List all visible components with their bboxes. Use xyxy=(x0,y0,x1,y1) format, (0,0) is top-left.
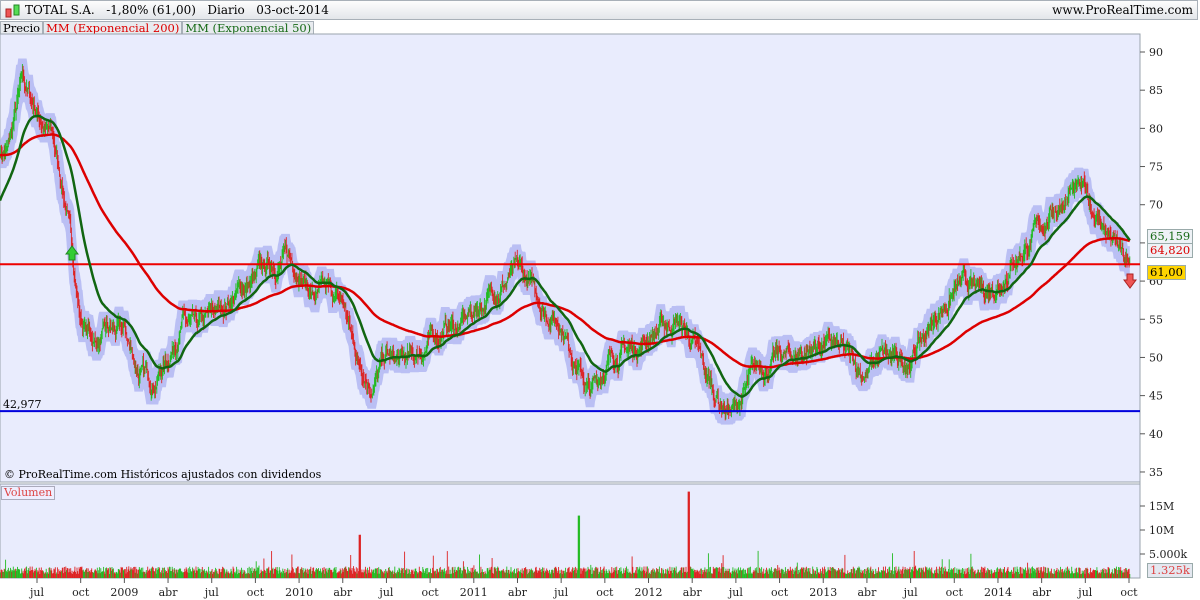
x-tick-label: jul xyxy=(727,586,743,599)
last-volume-label: 1.325k xyxy=(1147,563,1193,578)
y-tick-label: 40 xyxy=(1149,428,1163,441)
x-tick-label: abr xyxy=(857,586,877,599)
volume-legend[interactable]: Volumen xyxy=(1,486,56,500)
last-price-label: 61,00 xyxy=(1147,265,1186,280)
x-tick-label: jul xyxy=(28,586,44,599)
x-tick-label: 2011 xyxy=(460,586,488,599)
ema50-value-label: 65,159 xyxy=(1147,229,1194,244)
footer-note: © ProRealTime.com Históricos ajustados c… xyxy=(4,468,322,481)
x-tick-label: oct xyxy=(946,586,964,599)
x-tick-label: 2010 xyxy=(285,586,313,599)
x-tick-label: 2013 xyxy=(809,586,837,599)
y-tick-label: 50 xyxy=(1149,351,1163,364)
x-tick-label: abr xyxy=(333,586,353,599)
x-tick-label: abr xyxy=(508,586,528,599)
x-tick-label: jul xyxy=(377,586,393,599)
x-tick-label: abr xyxy=(159,586,179,599)
y-tick-label: 35 xyxy=(1149,466,1163,479)
ema200-value-label: 64,820 xyxy=(1147,243,1194,258)
price-chart[interactable]: 3540455055606570758085905.000k10M15Mjulo… xyxy=(0,0,1200,600)
y-tick-label: 90 xyxy=(1149,46,1163,59)
x-tick-label: 2012 xyxy=(635,586,663,599)
y-tick-label: 85 xyxy=(1149,84,1163,97)
x-tick-label: oct xyxy=(1120,586,1138,599)
x-tick-label: abr xyxy=(683,586,703,599)
x-tick-label: jul xyxy=(203,586,219,599)
volume-tick-label: 5.000k xyxy=(1149,548,1187,561)
y-tick-label: 45 xyxy=(1149,390,1163,403)
volume-tick-label: 15M xyxy=(1149,500,1174,513)
x-tick-label: 2009 xyxy=(110,586,138,599)
x-tick-label: jul xyxy=(552,586,568,599)
volume-tick-label: 10M xyxy=(1149,524,1174,537)
x-tick-label: oct xyxy=(247,586,265,599)
price-plot-area xyxy=(0,33,1141,483)
y-tick-label: 70 xyxy=(1149,199,1163,212)
x-tick-label: abr xyxy=(1032,586,1052,599)
chart-window: TOTAL S.A. -1,80% (61,00) Diario 03-oct-… xyxy=(0,0,1200,600)
support-value-label: 42,977 xyxy=(3,398,42,411)
y-tick-label: 80 xyxy=(1149,122,1163,135)
x-tick-label: oct xyxy=(771,586,789,599)
x-tick-label: jul xyxy=(1076,586,1092,599)
y-tick-label: 75 xyxy=(1149,161,1163,174)
x-tick-label: oct xyxy=(422,586,440,599)
y-tick-label: 55 xyxy=(1149,313,1163,326)
x-tick-label: jul xyxy=(902,586,918,599)
x-tick-label: 2014 xyxy=(984,586,1012,599)
x-tick-label: oct xyxy=(596,586,614,599)
volume-plot-area xyxy=(0,483,1141,579)
x-tick-label: oct xyxy=(72,586,90,599)
